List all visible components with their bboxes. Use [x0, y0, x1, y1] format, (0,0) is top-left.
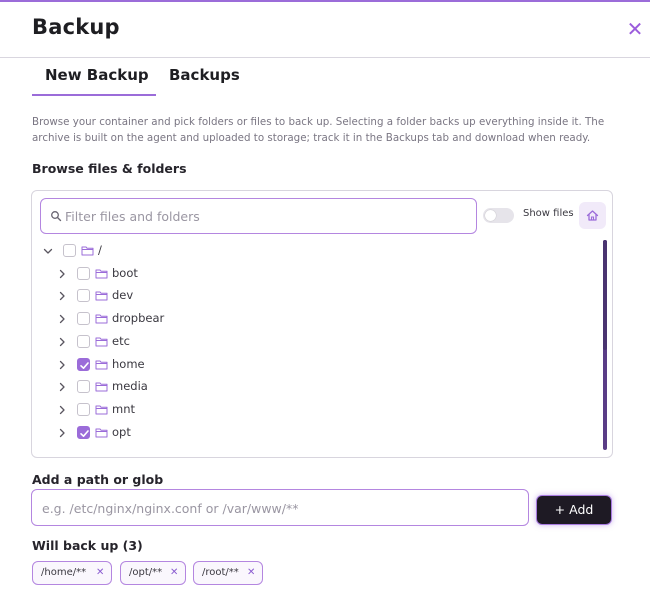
folder-icon — [95, 314, 108, 324]
remove-chip-icon[interactable]: ✕ — [170, 562, 178, 584]
header-divider — [0, 57, 650, 58]
folder-checkbox[interactable] — [77, 334, 90, 348]
description-text: Browse your container and pick folders o… — [32, 116, 605, 144]
folder-name: media — [112, 379, 148, 394]
tree-row[interactable]: home — [32, 354, 592, 376]
folder-icon — [95, 269, 108, 279]
folder-checkbox[interactable] — [77, 357, 90, 371]
chip-label: /root/** — [202, 567, 239, 578]
folder-name: dropbear — [112, 311, 165, 326]
tab-backups[interactable]: Backups — [169, 66, 240, 84]
tab-new-backup[interactable]: New Backup — [32, 66, 156, 97]
tree-row[interactable]: dropbear — [32, 308, 592, 330]
folder-icon — [95, 337, 108, 347]
folder-checkbox[interactable] — [77, 425, 90, 439]
folder-checkbox[interactable] — [63, 244, 76, 257]
selection-section-label: Will back up (3) — [32, 538, 143, 553]
folder-icon — [95, 382, 108, 392]
path-input[interactable] — [42, 495, 518, 521]
toggle-knob — [485, 210, 496, 221]
close-icon[interactable]: ✕ — [624, 18, 646, 40]
tree-row[interactable]: dev — [32, 285, 592, 307]
chevron-right-icon[interactable] — [56, 336, 68, 348]
folder-tree: / boot dev dropbear etc home media mnt opt — [32, 240, 602, 452]
folder-checkbox[interactable] — [77, 380, 90, 394]
folder-name: mnt — [112, 401, 135, 416]
chevron-right-icon[interactable] — [56, 381, 68, 393]
path-chip: /opt/** ✕ — [120, 561, 186, 585]
folder-icon — [81, 246, 94, 256]
dialog-title: Backup — [32, 15, 120, 39]
scrollbar-thumb-highlight — [603, 240, 607, 350]
path-section-label: Add a path or glob — [32, 472, 164, 487]
folder-name: home — [112, 356, 145, 371]
home-button[interactable] — [579, 202, 606, 229]
chevron-right-icon[interactable] — [56, 427, 68, 439]
show-files-label: Show files — [523, 208, 574, 219]
folder-name: opt — [112, 424, 131, 439]
chevron-right-icon[interactable] — [56, 404, 68, 416]
path-chip: /home/** ✕ — [32, 561, 112, 585]
tree-row[interactable]: etc — [32, 331, 592, 353]
show-files-toggle[interactable] — [483, 208, 514, 223]
home-icon — [586, 210, 599, 221]
folder-checkbox[interactable] — [77, 289, 90, 303]
folder-name: boot — [112, 265, 138, 280]
top-accent-bar — [0, 0, 650, 2]
selected-paths: /home/** ✕ /opt/** ✕ /root/** ✕ — [32, 561, 622, 585]
check-icon — [80, 429, 89, 437]
tab-label: Backups — [169, 66, 240, 84]
remove-chip-icon[interactable]: ✕ — [247, 562, 255, 584]
tree-row[interactable]: mnt — [32, 399, 592, 421]
chevron-right-icon[interactable] — [56, 268, 68, 280]
remove-chip-icon[interactable]: ✕ — [96, 562, 104, 584]
folder-icon — [95, 360, 108, 369]
filter-input[interactable] — [65, 203, 465, 229]
folder-checkbox[interactable] — [77, 402, 90, 416]
folder-checkbox[interactable] — [77, 266, 90, 280]
tree-row[interactable]: opt — [32, 422, 592, 444]
search-icon — [51, 211, 62, 222]
folder-name: / — [98, 243, 102, 257]
check-icon — [80, 361, 89, 369]
path-chip: /root/** ✕ — [193, 561, 263, 585]
browse-section-label: Browse files & folders — [32, 161, 187, 176]
folder-icon — [95, 405, 108, 415]
path-field — [31, 489, 529, 526]
tree-row[interactable]: boot — [32, 263, 592, 285]
active-tab-indicator — [32, 94, 156, 96]
tree-scrollbar[interactable] — [603, 240, 607, 450]
tab-label: New Backup — [45, 66, 149, 84]
chip-label: /opt/** — [129, 567, 163, 578]
chevron-right-icon[interactable] — [56, 359, 68, 371]
chip-label: /home/** — [41, 567, 87, 578]
filter-field — [40, 198, 477, 234]
folder-icon — [95, 291, 108, 301]
folder-name: dev — [112, 288, 134, 303]
folder-name: etc — [112, 333, 130, 348]
tree-row[interactable]: media — [32, 376, 592, 398]
file-browser: Show files / boot dev dropbear etc home media m… — [31, 190, 613, 458]
add-path-button[interactable]: + Add — [536, 495, 612, 525]
chevron-right-icon[interactable] — [56, 313, 68, 325]
folder-checkbox[interactable] — [77, 312, 90, 326]
chevron-right-icon[interactable] — [56, 290, 68, 302]
tree-row[interactable]: / — [32, 240, 592, 262]
chevron-down-icon[interactable] — [42, 245, 54, 257]
folder-icon — [95, 428, 108, 438]
